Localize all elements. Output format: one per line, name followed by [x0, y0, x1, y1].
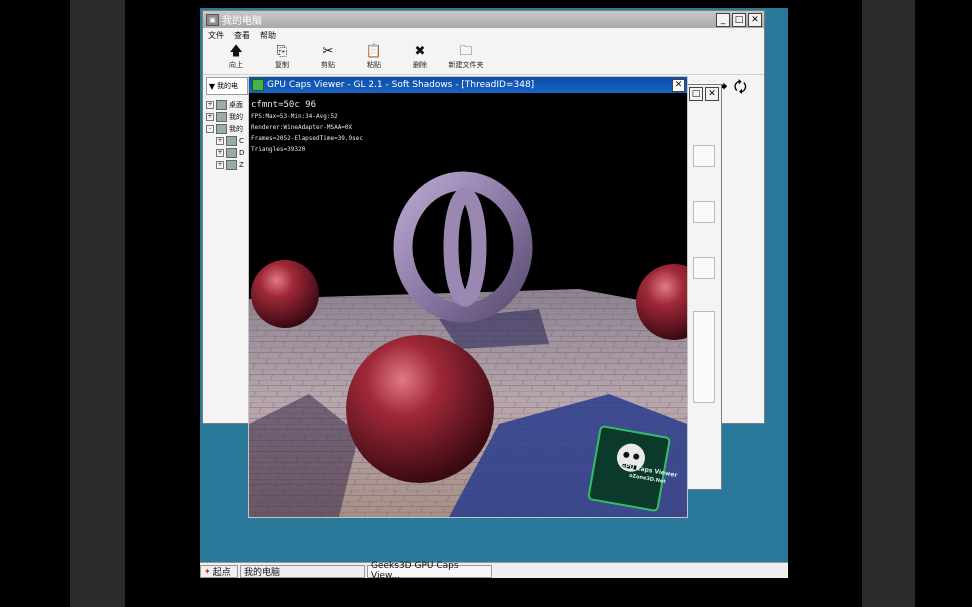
tree-item-label: 我的 — [229, 113, 243, 121]
input-field[interactable] — [693, 257, 715, 279]
letterbox-right-inner — [862, 0, 915, 607]
app-icon — [252, 79, 264, 91]
expander-icon[interactable]: + — [206, 113, 214, 121]
toolbar-label: 剪贴 — [321, 61, 335, 69]
toolbar-button-delete[interactable]: ✖ 删除 — [397, 42, 443, 74]
taskbar-item-label: 我的电脑 — [244, 567, 281, 578]
cut-icon: ✂ — [322, 44, 334, 59]
explorer-titlebar[interactable]: ▣ 我的电脑 _ □ ✕ — [203, 11, 764, 28]
taskbar-item-label: Geeks3D GPU Caps View... — [371, 561, 459, 578]
refresh-icon[interactable]: 🗘 — [734, 77, 747, 102]
taskbar-item-explorer[interactable]: 我的电脑 — [240, 564, 365, 578]
maximize-button[interactable]: □ — [689, 87, 703, 101]
start-label: 起点 — [212, 567, 231, 578]
hud-line: FPS:Max=53-Min:34-Avg:52 — [251, 113, 338, 120]
folder-icon — [226, 136, 237, 146]
arrow-up-icon: 🡅 — [229, 44, 243, 59]
tree-item-label: Z — [239, 161, 244, 169]
secondary-window[interactable]: □ ✕ — [686, 84, 722, 490]
input-field[interactable] — [693, 311, 715, 403]
tree-item-label: D — [239, 149, 245, 157]
minimize-button[interactable]: _ — [716, 12, 730, 27]
folder-tree: + 桌面 + 我的 - 我的 + C + D + Z — [206, 99, 250, 171]
address-value: 我的电 — [217, 82, 238, 90]
hud-line: Renderer:WineAdapter-MSAA=0X — [251, 124, 353, 131]
close-button[interactable]: ✕ — [748, 12, 762, 27]
folder-icon — [216, 124, 227, 134]
letterbox-right-outer — [915, 0, 972, 607]
toolbar-button-copy[interactable]: ⎘ 复制 — [259, 42, 305, 74]
tree-item[interactable]: - 我的 — [206, 123, 250, 135]
gpu-titlebar[interactable]: GPU Caps Viewer - GL 2.1 - Soft Shadows … — [249, 77, 687, 93]
menu-help[interactable]: 帮助 — [260, 30, 276, 41]
input-field[interactable] — [693, 145, 715, 167]
delete-icon: ✖ — [414, 44, 426, 59]
menu-bar: 文件 查看 帮助 — [203, 28, 764, 42]
folder-icon — [226, 160, 237, 170]
menu-file[interactable]: 文件 — [208, 30, 224, 41]
start-icon: ✦ — [204, 566, 211, 576]
toolbar-button-cut[interactable]: ✂ 剪贴 — [305, 42, 351, 74]
tree-item[interactable]: + C — [206, 135, 250, 147]
computer-icon: ▣ — [206, 13, 219, 26]
tree-item-label: C — [239, 137, 244, 145]
folder-icon — [216, 100, 227, 110]
desktop: ▣ 我的电脑 _ □ ✕ 文件 查看 帮助 🡅 向上 ⎘ 复制 ✂ 剪贴 📋 粘贴 ✖ 删除 🗀 新建… — [200, 8, 788, 578]
start-button[interactable]: ✦ 起点 — [200, 564, 238, 578]
vm-screen: ▣ 我的电脑 _ □ ✕ 文件 查看 帮助 🡅 向上 ⎘ 复制 ✂ 剪贴 📋 粘贴 ✖ 删除 🗀 新建… — [125, 0, 862, 607]
explorer-title: 我的电脑 — [222, 16, 262, 27]
tree-item[interactable]: + 桌面 — [206, 99, 250, 111]
close-button[interactable]: ✕ — [672, 78, 685, 92]
hud-line: cfmnt=50c 96 — [251, 100, 317, 110]
toolbar-button-paste[interactable]: 📋 粘贴 — [351, 42, 397, 74]
taskbar-item-gpu-caps[interactable]: Geeks3D GPU Caps View... — [367, 561, 492, 578]
copy-icon: ⎘ — [276, 44, 288, 59]
gpu-title: GPU Caps Viewer - GL 2.1 - Soft Shadows … — [267, 80, 535, 90]
address-dropdown[interactable]: ▼ 我的电 — [206, 77, 248, 95]
sphere-left — [251, 260, 319, 328]
letterbox-left-inner — [70, 0, 125, 607]
toolbar-label: 复制 — [275, 61, 289, 69]
tree-item[interactable]: + D — [206, 147, 250, 159]
tree-item-label: 桌面 — [229, 101, 243, 109]
taskbar: ✦ 起点 我的电脑 Geeks3D GPU Caps View... — [200, 561, 788, 578]
toolbar: 🡅 向上 ⎘ 复制 ✂ 剪贴 📋 粘贴 ✖ 删除 🗀 新建文件夹 — [203, 42, 764, 75]
toolbar-label: 向上 — [229, 61, 243, 69]
expander-icon[interactable]: + — [216, 137, 224, 145]
expander-icon[interactable]: - — [206, 125, 214, 133]
toolbar-label: 粘贴 — [367, 61, 381, 69]
expander-icon[interactable]: + — [216, 149, 224, 157]
input-field[interactable] — [693, 201, 715, 223]
toolbar-button-arrow-up[interactable]: 🡅 向上 — [213, 42, 259, 74]
expander-icon[interactable]: + — [216, 161, 224, 169]
letterbox-left-outer — [0, 0, 70, 607]
toolbar-label: 删除 — [413, 61, 427, 69]
expander-icon[interactable]: + — [206, 101, 214, 109]
tree-item-label: 我的 — [229, 125, 243, 133]
stats-overlay: cfmnt=50c 96 FPS:Max=53-Min:34-Avg:52 Re… — [251, 100, 363, 155]
menu-view[interactable]: 查看 — [234, 30, 250, 41]
tree-item[interactable]: + 我的 — [206, 111, 250, 123]
paste-icon: 📋 — [365, 44, 383, 59]
folder-icon — [216, 112, 227, 122]
new-folder-icon: 🗀 — [459, 44, 473, 59]
scene-svg — [249, 94, 687, 517]
close-button[interactable]: ✕ — [705, 87, 719, 101]
toolbar-button-new-folder[interactable]: 🗀 新建文件夹 — [443, 42, 489, 74]
hud-line: Triangles=39320 — [251, 146, 306, 153]
render-viewport[interactable]: cfmnt=50c 96 FPS:Max=53-Min:34-Avg:52 Re… — [249, 94, 687, 517]
tree-item[interactable]: + Z — [206, 159, 250, 171]
chevron-down-icon[interactable]: ▼ — [207, 82, 217, 91]
folder-icon — [226, 148, 237, 158]
gpu-caps-window[interactable]: GPU Caps Viewer - GL 2.1 - Soft Shadows … — [248, 76, 688, 518]
maximize-button[interactable]: □ — [732, 12, 746, 27]
hud-line: Frames=2052-ElapsedTime=39.9sec — [251, 135, 363, 142]
toolbar-label: 新建文件夹 — [448, 61, 484, 69]
sphere-front — [346, 335, 494, 483]
